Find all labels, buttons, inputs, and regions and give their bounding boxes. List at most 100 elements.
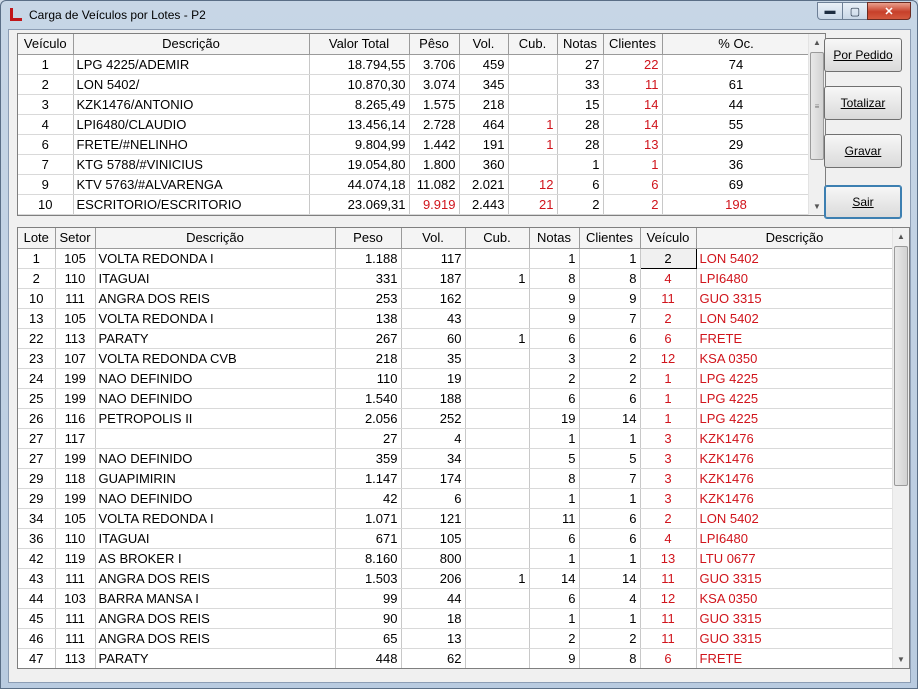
column-header[interactable]: Descrição xyxy=(95,228,336,249)
cell-cub[interactable] xyxy=(465,308,530,329)
cell-clientes[interactable]: 6 xyxy=(579,528,641,549)
table-row[interactable]: 23 107 VOLTA REDONDA CVB 218 35 3 2 12 KSA 0350 xyxy=(18,348,894,369)
cell-cub[interactable]: 21 xyxy=(508,194,558,215)
table-row[interactable]: 1 105 VOLTA REDONDA I 1.188 117 1 1 2 LON 5402 xyxy=(18,247,894,269)
cell-vdesc[interactable]: KZK1476 xyxy=(696,488,894,509)
cell-veiculo[interactable]: 12 xyxy=(640,348,697,369)
cell-vol[interactable]: 191 xyxy=(459,134,509,155)
table-row[interactable]: 1 LPG 4225/ADEMIR 18.794,55 3.706 459 27 22 74 xyxy=(18,54,811,75)
cell-lote[interactable]: 36 xyxy=(18,528,56,549)
table-row[interactable]: 2 110 ITAGUAI 331 187 1 8 8 4 LPI6480 xyxy=(18,268,894,289)
cell-vdesc[interactable]: GUO 3315 xyxy=(696,288,894,309)
cell-notas[interactable]: 5 xyxy=(529,448,580,469)
cell-notas[interactable]: 28 xyxy=(557,134,604,155)
cell-clientes[interactable]: 6 xyxy=(579,388,641,409)
cell-descricao[interactable]: ANGRA DOS REIS xyxy=(95,608,336,629)
cell-peso[interactable]: 11.082 xyxy=(409,174,460,195)
cell-vol[interactable]: 174 xyxy=(401,468,466,489)
cell-descricao[interactable]: LON 5402/ xyxy=(73,74,310,95)
cell-cub[interactable] xyxy=(508,54,558,75)
cell-lote[interactable]: 22 xyxy=(18,328,56,349)
cell-veiculo[interactable]: 4 xyxy=(640,268,697,289)
cell-vol[interactable]: 800 xyxy=(401,548,466,569)
table-row[interactable]: 22 113 PARATY 267 60 1 6 6 6 FRETE xyxy=(18,328,894,349)
table-row[interactable]: 43 111 ANGRA DOS REIS 1.503 206 1 14 14 11 GUO 33… xyxy=(18,568,894,589)
cell-notas[interactable]: 9 xyxy=(529,648,580,668)
cell-peso[interactable]: 90 xyxy=(335,608,402,629)
cell-peso[interactable]: 359 xyxy=(335,448,402,469)
cell-peso[interactable]: 1.800 xyxy=(409,154,460,175)
title-bar[interactable]: Carga de Veículos por Lotes - P2 ▬ ▢ ✕ xyxy=(1,1,917,29)
cell-vdesc[interactable]: LON 5402 xyxy=(696,508,894,529)
sair-button[interactable]: Sair xyxy=(824,185,902,219)
cell-vdesc[interactable]: LPG 4225 xyxy=(696,408,894,429)
cell-vol[interactable]: 206 xyxy=(401,568,466,589)
cell-veiculo[interactable]: 2 xyxy=(640,508,697,529)
cell-lote[interactable]: 10 xyxy=(18,288,56,309)
cell-oc[interactable]: 44 xyxy=(662,94,811,115)
cell-notas[interactable]: 6 xyxy=(529,528,580,549)
cell-clientes[interactable]: 1 xyxy=(579,608,641,629)
cell-cub[interactable] xyxy=(465,428,530,449)
cell-peso[interactable]: 2.056 xyxy=(335,408,402,429)
cell-vol[interactable]: 6 xyxy=(401,488,466,509)
cell-peso[interactable]: 267 xyxy=(335,328,402,349)
cell-vol[interactable]: 117 xyxy=(401,248,466,269)
cell-veiculo[interactable]: 6 xyxy=(640,648,697,668)
cell-setor[interactable]: 117 xyxy=(55,428,96,449)
cell-valor[interactable]: 44.074,18 xyxy=(309,174,410,195)
cell-setor[interactable]: 111 xyxy=(55,608,96,629)
cell-vdesc[interactable]: GUO 3315 xyxy=(696,608,894,629)
cell-clientes[interactable]: 14 xyxy=(579,408,641,429)
cell-setor[interactable]: 118 xyxy=(55,468,96,489)
column-header[interactable]: Pêso xyxy=(409,34,460,55)
cell-descricao[interactable]: PETROPOLIS II xyxy=(95,408,336,429)
cell-veiculo[interactable]: 1 xyxy=(640,368,697,389)
cell-veiculo[interactable]: 13 xyxy=(640,548,697,569)
cell-vol[interactable]: 459 xyxy=(459,54,509,75)
cell-lote[interactable]: 27 xyxy=(18,428,56,449)
cell-notas[interactable]: 9 xyxy=(529,288,580,309)
cell-cub[interactable] xyxy=(465,548,530,569)
cell-valor[interactable]: 19.054,80 xyxy=(309,154,410,175)
cell-peso[interactable]: 1.071 xyxy=(335,508,402,529)
column-header[interactable]: Veículo xyxy=(640,228,697,249)
cell-vdesc[interactable]: KSA 0350 xyxy=(696,588,894,609)
cell-lote[interactable]: 26 xyxy=(18,408,56,429)
cell-vol[interactable]: 105 xyxy=(401,528,466,549)
cell-veiculo[interactable]: 4 xyxy=(640,528,697,549)
table-row[interactable]: 7 KTG 5788/#VINICIUS 19.054,80 1.800 360 1 1 36 xyxy=(18,154,811,175)
cell-cub[interactable] xyxy=(465,348,530,369)
cell-vdesc[interactable]: LON 5402 xyxy=(696,248,894,269)
cell-valor[interactable]: 13.456,14 xyxy=(309,114,410,135)
cell-notas[interactable]: 19 xyxy=(529,408,580,429)
cell-vol[interactable]: 60 xyxy=(401,328,466,349)
column-header[interactable]: Peso xyxy=(335,228,402,249)
cell-vdesc[interactable]: FRETE xyxy=(696,648,894,668)
cell-peso[interactable]: 65 xyxy=(335,628,402,649)
cell-veiculo[interactable]: 12 xyxy=(640,588,697,609)
cell-descricao[interactable]: KZK1476/ANTONIO xyxy=(73,94,310,115)
table-row[interactable]: 36 110 ITAGUAI 671 105 6 6 4 LPI6480 xyxy=(18,528,894,549)
cell-setor[interactable]: 113 xyxy=(55,328,96,349)
cell-descricao[interactable]: ITAGUAI xyxy=(95,268,336,289)
table-row[interactable]: 26 116 PETROPOLIS II 2.056 252 19 14 1 LPG 4225 xyxy=(18,408,894,429)
cell-valor[interactable]: 23.069,31 xyxy=(309,194,410,215)
table-row[interactable]: 6 FRETE/#NELINHO 9.804,99 1.442 191 1 28 13 29 xyxy=(18,134,811,155)
cell-lote[interactable]: 27 xyxy=(18,448,56,469)
cell-oc[interactable]: 55 xyxy=(662,114,811,135)
cell-veiculo[interactable]: 11 xyxy=(640,568,697,589)
cell-vdesc[interactable]: LPG 4225 xyxy=(696,388,894,409)
cell-descricao[interactable]: VOLTA REDONDA I xyxy=(95,308,336,329)
cell-cub[interactable]: 1 xyxy=(508,134,558,155)
cell-vol[interactable]: 360 xyxy=(459,154,509,175)
cell-veiculo[interactable]: 1 xyxy=(18,54,74,75)
column-header[interactable]: Setor xyxy=(55,228,96,249)
cell-vdesc[interactable]: KZK1476 xyxy=(696,428,894,449)
cell-vol[interactable]: 187 xyxy=(401,268,466,289)
cell-lote[interactable]: 34 xyxy=(18,508,56,529)
cell-peso[interactable]: 671 xyxy=(335,528,402,549)
cell-vol[interactable]: 44 xyxy=(401,588,466,609)
cell-descricao[interactable]: NAO DEFINIDO xyxy=(95,488,336,509)
cell-peso[interactable]: 2.728 xyxy=(409,114,460,135)
